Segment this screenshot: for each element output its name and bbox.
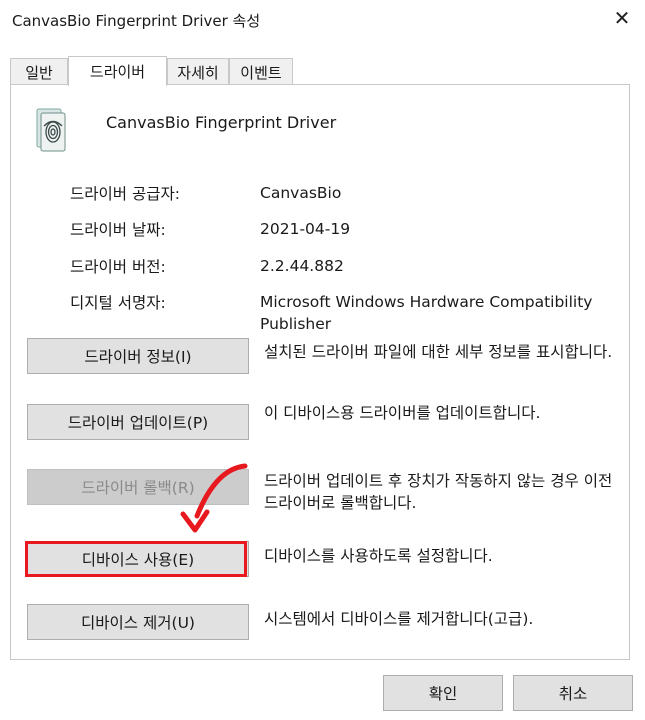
update-driver-description: 이 디바이스용 드라이버를 업데이트합니다. (264, 404, 541, 422)
version-value: 2.2.44.882 (260, 257, 344, 275)
annotation-arrow-icon (180, 463, 248, 533)
uninstall-device-button[interactable]: 디바이스 제거(U) (27, 604, 249, 640)
fingerprint-icon (36, 108, 70, 156)
signer-value: Microsoft Windows Hardware Compatibility… (260, 293, 593, 333)
tab-general[interactable]: 일반 (10, 58, 68, 85)
device-name: CanvasBio Fingerprint Driver (106, 113, 337, 132)
cancel-button[interactable]: 취소 (513, 675, 633, 711)
date-value: 2021-04-19 (260, 220, 351, 238)
provider-value: CanvasBio (260, 184, 342, 202)
version-label: 드라이버 버전: (70, 258, 166, 276)
signer-label: 디지털 서명자: (70, 294, 166, 312)
driver-details-button[interactable]: 드라이버 정보(I) (27, 338, 249, 374)
ok-button[interactable]: 확인 (383, 675, 503, 711)
close-button[interactable]: ✕ (606, 2, 638, 34)
date-label: 드라이버 날짜: (70, 221, 166, 239)
uninstall-device-description: 시스템에서 디바이스를 제거합니다(고급). (264, 610, 534, 628)
tab-driver[interactable]: 드라이버 (68, 56, 167, 86)
close-icon: ✕ (613, 6, 631, 30)
provider-label: 드라이버 공급자: (70, 185, 180, 203)
enable-device-description: 디바이스를 사용하도록 설정합니다. (264, 547, 493, 565)
enable-device-button[interactable]: 디바이스 사용(E) (27, 541, 249, 577)
tab-details[interactable]: 자세히 (167, 58, 229, 85)
driver-details-description: 설치된 드라이버 파일에 대한 세부 정보를 표시합니다. (264, 343, 613, 361)
tab-events[interactable]: 이벤트 (229, 58, 293, 85)
update-driver-button[interactable]: 드라이버 업데이트(P) (27, 404, 249, 440)
rollback-driver-description: 드라이버 업데이트 후 장치가 작동하지 않는 경우 이전 드라이버로 롤백합니… (264, 472, 613, 512)
window-title: CanvasBio Fingerprint Driver 속성 (12, 12, 261, 30)
